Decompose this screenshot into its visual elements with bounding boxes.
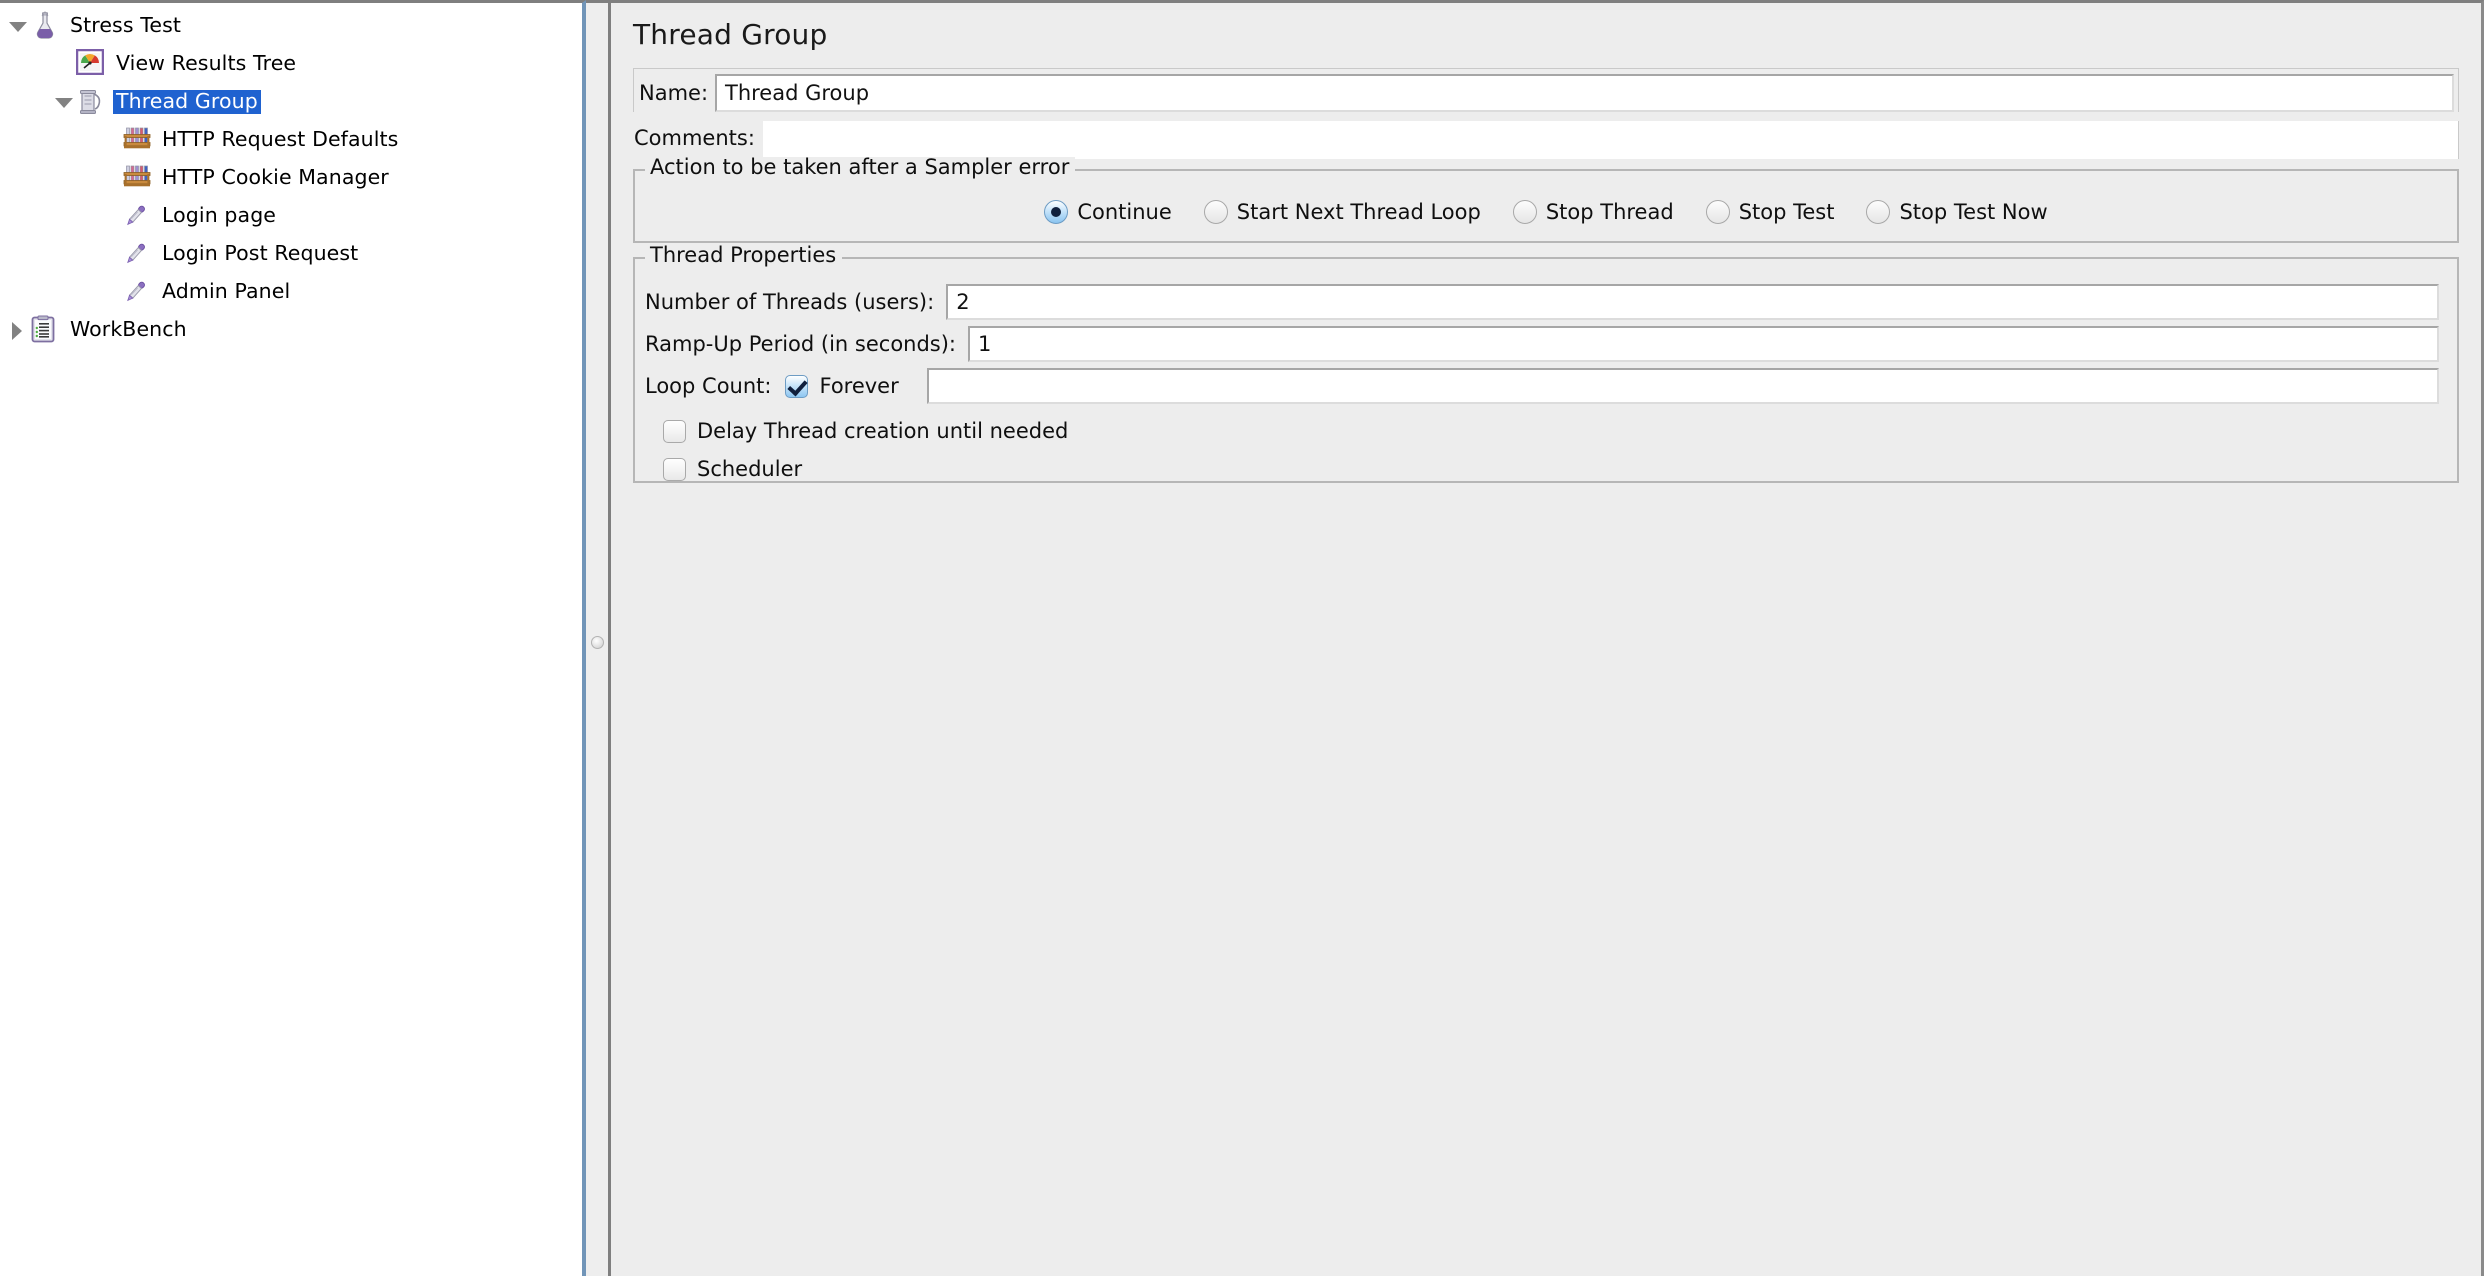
number-of-threads-label: Number of Threads (users): [645, 289, 935, 314]
tree-item-label: HTTP Request Defaults [162, 126, 399, 151]
ramp-up-period-input[interactable]: 1 [968, 326, 2439, 362]
scheduler-row: Scheduler [663, 452, 2457, 487]
tree-item-label: View Results Tree [116, 50, 297, 75]
tree-item-thread-group[interactable]: Thread Group [0, 83, 582, 121]
tree-item-label: WorkBench [70, 316, 187, 341]
radio-unselected-icon [1866, 200, 1891, 224]
radio-unselected-icon [1705, 200, 1730, 224]
delay-thread-creation-row: Delay Thread creation until needed [663, 414, 2457, 449]
radio-label: Continue [1077, 199, 1172, 224]
thread-group-icon [76, 87, 106, 117]
clipboard-icon [30, 315, 60, 345]
name-block: Name: Thread Group [633, 68, 2459, 112]
pipette-icon [122, 277, 152, 307]
jmeter-window: Stress Test View Results Tree Thread Group… [0, 0, 2484, 1276]
tree-item-admin-panel[interactable]: Admin Panel [0, 273, 582, 311]
splitter-handle-icon[interactable] [591, 636, 604, 649]
scheduler-checkbox[interactable]: Scheduler [663, 458, 802, 481]
comments-row: Comments: [633, 121, 2459, 159]
chevron-right-icon[interactable] [4, 311, 30, 349]
radio-continue[interactable]: Continue [1044, 199, 1172, 224]
ramp-up-period-label: Ramp-Up Period (in seconds): [645, 331, 957, 356]
flask-icon [30, 11, 60, 41]
radio-label: Stop Test Now [1899, 199, 2048, 224]
forever-label: Forever [819, 373, 899, 398]
checkbox-unchecked-icon [663, 420, 686, 443]
radio-unselected-icon [1203, 200, 1228, 224]
delay-thread-creation-checkbox[interactable]: Delay Thread creation until needed [663, 420, 1068, 443]
thread-properties-group: Thread Properties Number of Threads (use… [633, 245, 2459, 483]
thread-properties-group-title: Thread Properties [645, 245, 843, 266]
test-tube-rack-icon [122, 125, 152, 155]
comments-label: Comments: [633, 121, 755, 155]
tree-item-label: Login page [162, 202, 277, 227]
panel-splitter[interactable] [586, 0, 608, 1276]
sampler-error-group: Action to be taken after a Sampler error… [633, 157, 2459, 243]
test-tube-rack-icon [122, 163, 152, 193]
radio-unselected-icon [1512, 200, 1537, 224]
pipette-icon [122, 239, 152, 269]
ramp-up-period-row: Ramp-Up Period (in seconds): 1 [645, 325, 2439, 363]
tree-item-login-post-request[interactable]: Login Post Request [0, 235, 582, 273]
radio-label: Stop Test [1738, 199, 1835, 224]
pipette-icon [122, 201, 152, 231]
page-title: Thread Group [633, 18, 828, 51]
thread-group-detail-panel: Thread Group Name: Thread Group Comments… [608, 0, 2484, 1276]
radio-start-next-thread-loop[interactable]: Start Next Thread Loop [1203, 199, 1481, 224]
tree-item-http-request-defaults[interactable]: HTTP Request Defaults [0, 121, 582, 159]
radio-label: Start Next Thread Loop [1236, 199, 1481, 224]
radio-stop-test-now[interactable]: Stop Test Now [1866, 199, 2048, 224]
number-of-threads-input[interactable]: 2 [946, 284, 2439, 320]
tree-item-stress-test[interactable]: Stress Test [0, 7, 582, 45]
tree-item-label: Thread Group [113, 89, 261, 115]
name-row: Name: Thread Group [639, 74, 2454, 112]
checkbox-unchecked-icon [663, 458, 686, 481]
chevron-down-icon[interactable] [4, 7, 30, 45]
loop-count-row: Loop Count: Forever [645, 367, 2439, 405]
loop-count-label: Loop Count: [645, 373, 772, 398]
name-input[interactable]: Thread Group [715, 74, 2454, 112]
test-plan-tree-panel[interactable]: Stress Test View Results Tree Thread Group… [0, 0, 586, 1276]
comments-input[interactable] [762, 121, 2459, 159]
radio-stop-test[interactable]: Stop Test [1705, 199, 1835, 224]
tree-item-label: HTTP Cookie Manager [162, 164, 389, 189]
radio-label: Stop Thread [1545, 199, 1674, 224]
forever-checkbox[interactable]: Forever [785, 373, 899, 398]
sampler-error-radio-group[interactable]: Continue Start Next Thread Loop Stop Threa… [635, 171, 2457, 241]
tree-item-label: Admin Panel [162, 278, 291, 303]
radio-selected-icon [1044, 200, 1069, 224]
scheduler-label: Scheduler [697, 457, 803, 481]
results-tree-icon [76, 49, 106, 79]
tree-item-http-cookie-manager[interactable]: HTTP Cookie Manager [0, 159, 582, 197]
chevron-down-icon[interactable] [50, 83, 76, 121]
tree-item-view-results-tree[interactable]: View Results Tree [0, 45, 582, 83]
tree-item-label: Login Post Request [162, 240, 359, 265]
delay-thread-creation-label: Delay Thread creation until needed [697, 419, 1069, 443]
checkbox-checked-icon [785, 374, 809, 398]
test-plan-tree[interactable]: Stress Test View Results Tree Thread Group… [0, 3, 582, 349]
name-label: Name: [639, 80, 709, 105]
sampler-error-group-title: Action to be taken after a Sampler error [645, 157, 1076, 178]
radio-stop-thread[interactable]: Stop Thread [1512, 199, 1674, 224]
number-of-threads-row: Number of Threads (users): 2 [645, 283, 2439, 321]
tree-item-label: Stress Test [70, 12, 181, 37]
tree-item-login-page[interactable]: Login page [0, 197, 582, 235]
loop-count-input[interactable] [926, 368, 2439, 404]
tree-item-workbench[interactable]: WorkBench [0, 311, 582, 349]
